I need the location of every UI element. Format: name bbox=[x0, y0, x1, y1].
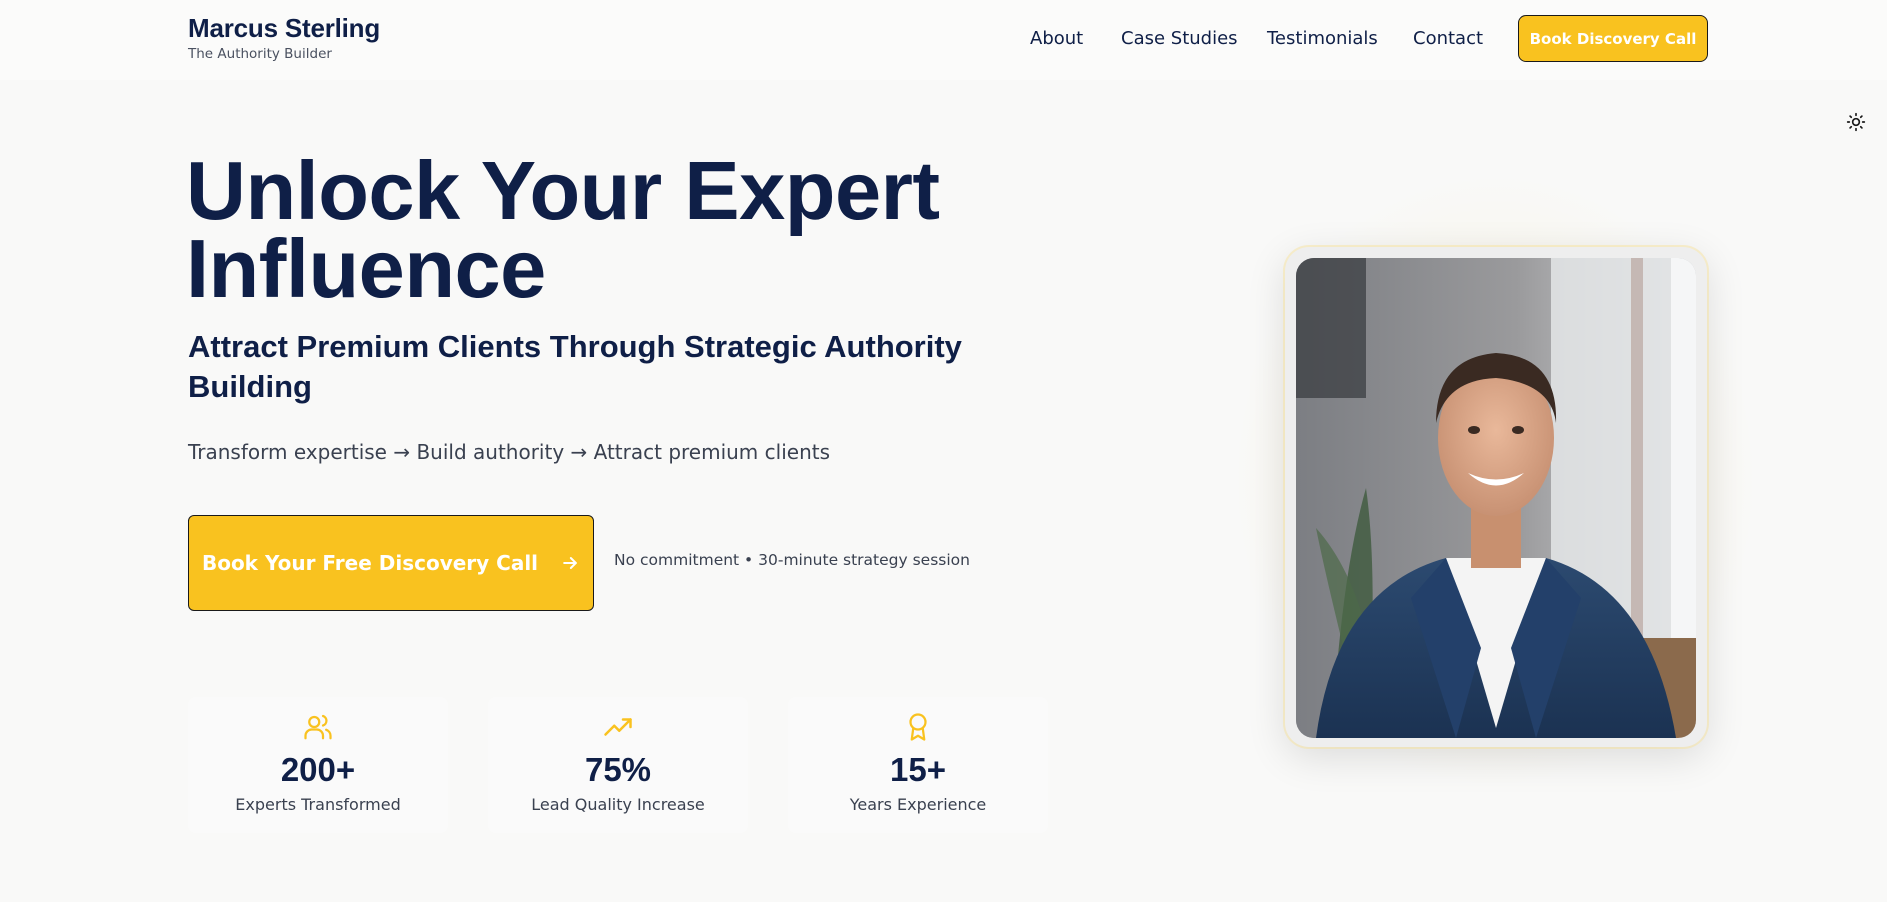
stat-card-lead-quality: 75% Lead Quality Increase bbox=[488, 697, 748, 833]
stat-value: 200+ bbox=[280, 751, 356, 788]
trending-up-icon bbox=[604, 718, 632, 736]
cta-label: Book Your Free Discovery Call bbox=[201, 551, 539, 575]
cta-note: No commitment • 30-minute strategy sessi… bbox=[614, 551, 970, 569]
nav-link-about[interactable]: About bbox=[1030, 24, 1083, 54]
stat-card-experience: 15+ Years Experience bbox=[788, 697, 1048, 833]
sun-icon bbox=[1846, 112, 1866, 132]
portrait-illustration bbox=[1296, 258, 1696, 738]
hero-tagline: Transform expertise → Build authority → … bbox=[188, 440, 831, 464]
portrait-photo bbox=[1296, 258, 1696, 738]
book-discovery-call-button[interactable]: Book Discovery Call bbox=[1518, 15, 1708, 62]
site-header: Marcus Sterling The Authority Builder Ab… bbox=[0, 0, 1887, 80]
hero-title: Unlock Your Expert Influence bbox=[186, 144, 940, 315]
stat-label: Lead Quality Increase bbox=[531, 795, 705, 814]
stat-card-experts: 200+ Experts Transformed bbox=[188, 697, 448, 833]
users-icon bbox=[304, 714, 332, 740]
theme-toggle-button[interactable] bbox=[1845, 111, 1867, 133]
stat-value: 75% bbox=[584, 751, 652, 788]
brand-name[interactable]: Marcus Sterling bbox=[188, 13, 380, 43]
stat-label: Experts Transformed bbox=[235, 795, 401, 814]
hero-subtitle: Attract Premium Clients Through Strategi… bbox=[188, 329, 962, 404]
arrow-right-icon bbox=[563, 557, 577, 569]
nav-link-case-studies[interactable]: Case Studies bbox=[1121, 24, 1238, 54]
brand[interactable]: Marcus Sterling The Authority Builder bbox=[188, 13, 380, 62]
award-icon bbox=[909, 713, 927, 741]
stat-label: Years Experience bbox=[849, 795, 987, 814]
book-free-discovery-call-button[interactable]: Book Your Free Discovery Call bbox=[188, 515, 594, 611]
stat-value: 15+ bbox=[890, 751, 946, 788]
nav-link-testimonials[interactable]: Testimonials bbox=[1267, 24, 1378, 54]
brand-tagline: The Authority Builder bbox=[188, 46, 332, 62]
nav-link-contact[interactable]: Contact bbox=[1413, 24, 1483, 54]
